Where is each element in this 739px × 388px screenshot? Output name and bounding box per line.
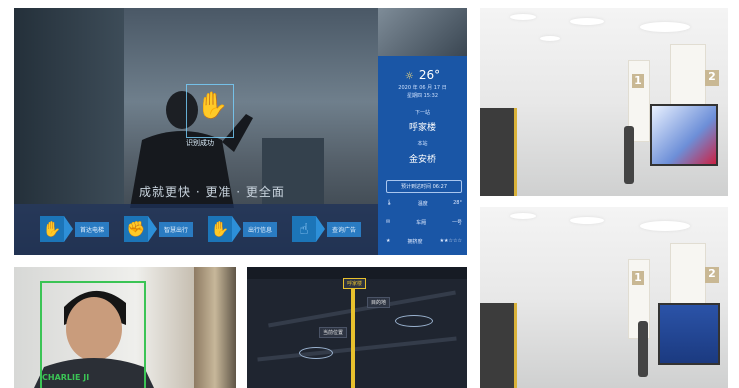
gesture-item-3[interactable]: ✋ 出行信息 bbox=[208, 214, 278, 244]
gesture-menu-bar: ✋ 首达电梯 ✊ 智慧出行 ✋ 出行信息 ☝ 查询广告 bbox=[14, 204, 378, 255]
face-recognition-photo: CHARLIE JI bbox=[14, 267, 236, 388]
row-value: ★★☆☆☆ bbox=[439, 238, 462, 244]
building-left bbox=[14, 8, 124, 204]
info-row: ✉ 车厢 一号 bbox=[386, 219, 462, 226]
hand-wave-icon: ✋ bbox=[208, 216, 232, 242]
metro-platform-photo-bottom: 1 2 bbox=[480, 207, 728, 388]
row-value: 28° bbox=[453, 200, 462, 206]
gesture-kiosk-panel: ✋ 识别成功 成就更快 · 更准 · 更全面 ✋ 首达电梯 ✊ 智慧出行 ✋ 出… bbox=[14, 8, 467, 255]
info-screen bbox=[658, 303, 720, 365]
next-station-label: 下一站 bbox=[414, 110, 430, 116]
chevron-right-icon bbox=[148, 216, 157, 242]
row-label: 车厢 bbox=[416, 220, 427, 226]
person-figure bbox=[624, 126, 634, 184]
ceiling-light bbox=[540, 36, 560, 41]
thermometer-icon: 🌡 bbox=[386, 200, 393, 206]
gesture-item-4[interactable]: ☝ 查询广告 bbox=[292, 214, 362, 244]
location-pin-ring bbox=[395, 315, 433, 327]
date: 2020 年 06 月 17 日 bbox=[398, 85, 447, 91]
current-station: 金安桥 bbox=[408, 155, 436, 165]
location-pin-ring bbox=[299, 347, 333, 359]
platform-sign: 2 bbox=[705, 70, 719, 86]
gesture-item-2[interactable]: ✊ 智慧出行 bbox=[124, 214, 194, 244]
next-station: 呼家楼 bbox=[408, 123, 436, 133]
gesture-label: 智慧出行 bbox=[159, 221, 194, 237]
sun-icon: ☼ bbox=[404, 71, 414, 82]
gesture-label: 首达电梯 bbox=[75, 221, 110, 237]
ok-hand-icon: ✋ bbox=[196, 91, 229, 121]
chevron-right-icon bbox=[232, 216, 241, 242]
ceiling-light bbox=[640, 221, 690, 231]
scan-result-label: 识别成功 bbox=[186, 139, 214, 147]
ceiling-light bbox=[510, 213, 536, 219]
train-track bbox=[480, 303, 514, 388]
platform-sign: 1 bbox=[632, 271, 644, 285]
route-line bbox=[351, 289, 355, 388]
ceiling-light bbox=[510, 14, 536, 20]
row-label: 温度 bbox=[417, 201, 428, 207]
platform-sign: 1 bbox=[632, 74, 644, 88]
gesture-item-1[interactable]: ✋ 首达电梯 bbox=[40, 214, 110, 244]
row-value: 一号 bbox=[451, 220, 462, 226]
chevron-right-icon bbox=[64, 216, 73, 242]
ad-screen bbox=[650, 104, 718, 166]
person-figure bbox=[638, 321, 648, 377]
temperature: 26° bbox=[418, 68, 441, 82]
current-station-label: 本站 bbox=[417, 141, 428, 147]
hand-scan-frame: ✋ bbox=[186, 84, 234, 138]
street bbox=[257, 336, 457, 362]
destination-label: 呼家楼 bbox=[343, 278, 367, 289]
star-icon: ★ bbox=[386, 238, 391, 244]
platform-edge bbox=[514, 108, 517, 196]
navigation-map-screen: 呼家楼 目的地 当前位置 bbox=[247, 267, 467, 388]
info-row: ★ 拥挤度 ★★☆☆☆ bbox=[386, 238, 462, 245]
train-track bbox=[480, 108, 514, 196]
weather: ☼ 26° bbox=[378, 64, 467, 83]
ceiling-light bbox=[570, 18, 604, 25]
camera-preview bbox=[378, 8, 467, 56]
chevron-right-icon bbox=[316, 216, 325, 242]
metro-platform-photo-top: 1 2 bbox=[480, 8, 728, 196]
time: 星期四 15:32 bbox=[407, 93, 438, 99]
bookshelf bbox=[194, 267, 236, 388]
ceiling-light bbox=[640, 22, 690, 32]
hand-grab-icon: ✊ bbox=[124, 216, 148, 242]
map-label: 目的地 bbox=[367, 297, 391, 308]
hand-palm-icon: ✋ bbox=[40, 216, 64, 242]
map-label: 当前位置 bbox=[319, 327, 348, 338]
gesture-label: 出行信息 bbox=[243, 221, 278, 237]
info-sidebar: ☼ 26° 2020 年 06 月 17 日 星期四 15:32 下一站 呼家楼… bbox=[378, 8, 467, 255]
gesture-label: 查询广告 bbox=[327, 221, 362, 237]
arrival-time-box: 预计到达时间 06:27 bbox=[386, 180, 462, 193]
info-row: 🌡 温度 28° bbox=[386, 200, 462, 207]
face-id-label: CHARLIE JI bbox=[42, 373, 90, 382]
ceiling-light bbox=[570, 217, 604, 224]
face-detection-box bbox=[40, 281, 146, 388]
mail-icon: ✉ bbox=[386, 219, 391, 225]
hand-point-icon: ☝ bbox=[292, 216, 316, 242]
platform-sign: 2 bbox=[705, 267, 719, 283]
platform-edge bbox=[514, 303, 517, 388]
row-label: 拥挤度 bbox=[407, 239, 423, 245]
tagline: 成就更快 · 更准 · 更全面 bbox=[139, 185, 285, 199]
